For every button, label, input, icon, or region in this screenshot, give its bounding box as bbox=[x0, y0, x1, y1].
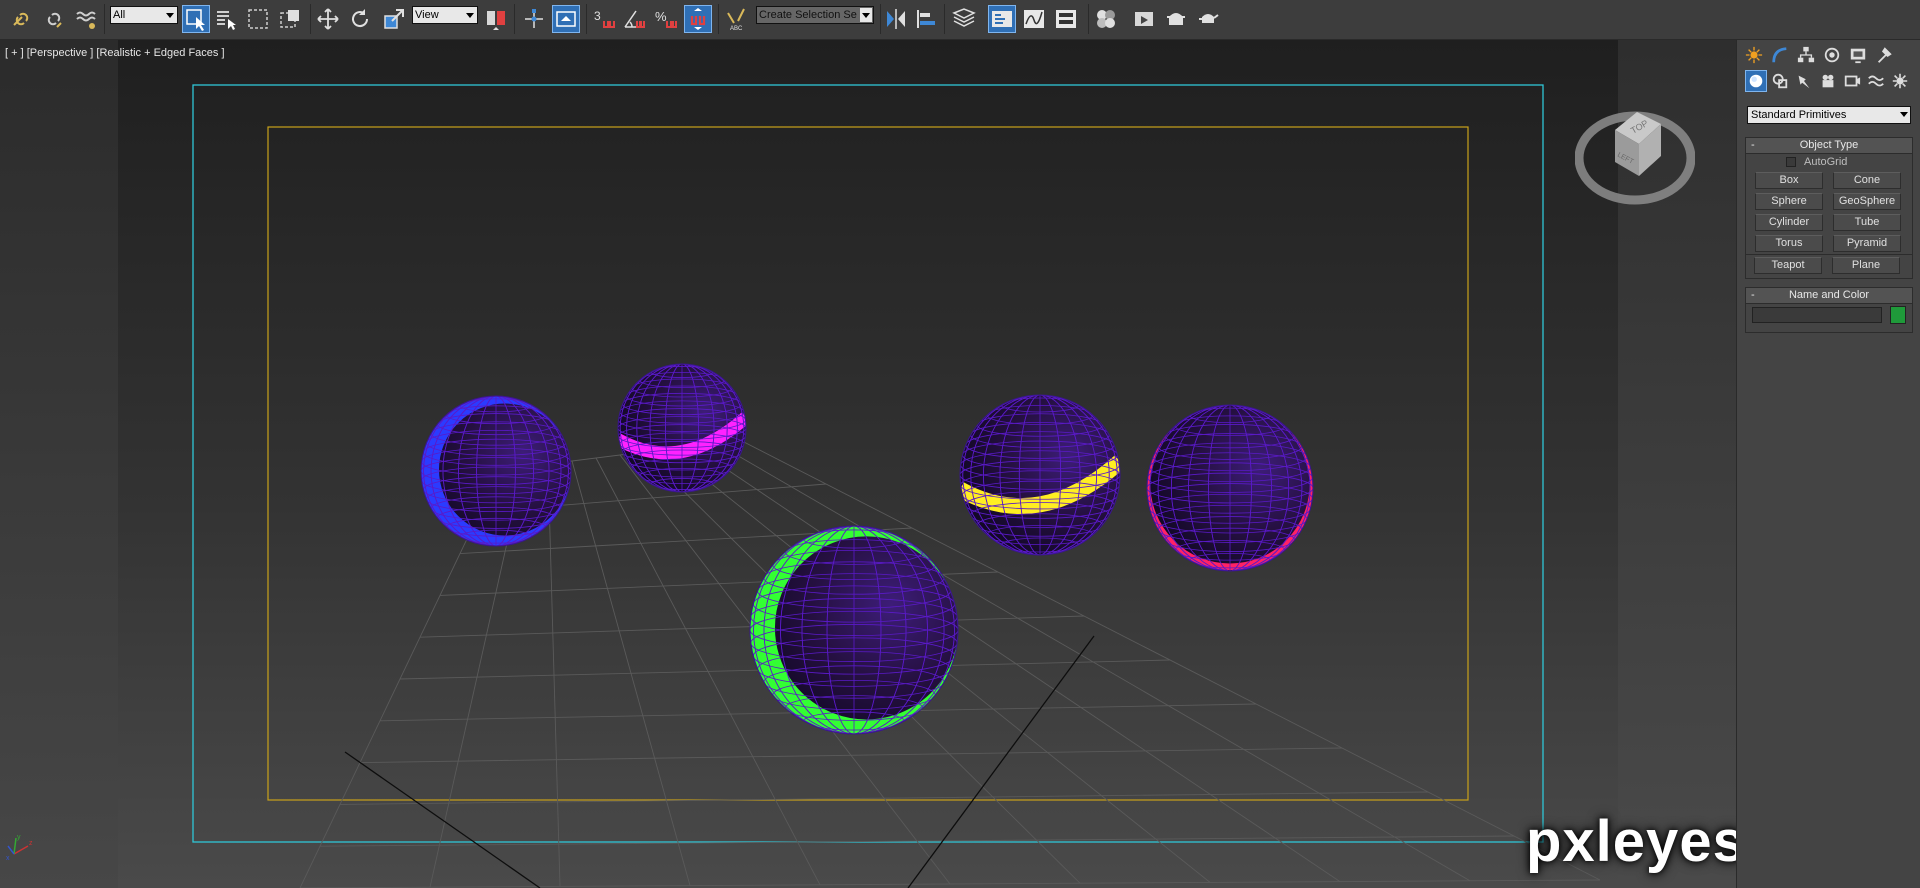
render-production-teapot-icon[interactable] bbox=[1194, 5, 1222, 33]
geometry-category-icon[interactable] bbox=[1745, 70, 1767, 92]
reference-coordinate-value: View bbox=[415, 9, 439, 21]
autogrid-row: AutoGrid bbox=[1746, 154, 1912, 172]
systems-category-icon[interactable] bbox=[1889, 70, 1911, 92]
viewport-point-of-view-menu[interactable]: [Perspective ] bbox=[27, 47, 94, 59]
shapes-category-icon[interactable] bbox=[1769, 70, 1791, 92]
named-selection-set-dropdown[interactable]: Create Selection Se bbox=[756, 6, 874, 24]
helpers-category-icon[interactable] bbox=[1841, 70, 1863, 92]
axis-tripod-icon: z x y bbox=[6, 834, 33, 862]
material-editor-icon[interactable] bbox=[1092, 5, 1120, 33]
teapot-button[interactable]: Teapot bbox=[1754, 257, 1822, 274]
align-icon[interactable] bbox=[912, 5, 940, 33]
select-and-manipulate-icon[interactable] bbox=[520, 5, 548, 33]
manage-layers-icon[interactable] bbox=[950, 5, 978, 33]
use-pivot-point-center-icon[interactable] bbox=[482, 5, 510, 33]
keyboard-shortcut-override-icon[interactable] bbox=[552, 5, 580, 33]
chevron-down-icon bbox=[1900, 112, 1908, 117]
curve-editor-icon[interactable] bbox=[1020, 5, 1048, 33]
name-and-color-title: Name and Color bbox=[1788, 289, 1870, 301]
angle-snap-toggle-icon[interactable] bbox=[620, 5, 648, 33]
named-selection-set-value: Create Selection Se bbox=[759, 9, 857, 21]
select-and-link-icon[interactable] bbox=[8, 5, 36, 33]
snaps-label: 3 bbox=[594, 9, 601, 23]
object-name-field[interactable] bbox=[1752, 307, 1882, 323]
select-and-scale-icon[interactable] bbox=[380, 5, 408, 33]
autogrid-label: AutoGrid bbox=[1804, 156, 1848, 168]
cameras-category-icon[interactable] bbox=[1817, 70, 1839, 92]
window-crossing-icon[interactable] bbox=[276, 5, 304, 33]
edit-named-selection-sets-icon[interactable]: ABC bbox=[722, 5, 750, 33]
pyramid-button[interactable]: Pyramid bbox=[1833, 235, 1901, 252]
svg-text:ABC: ABC bbox=[730, 26, 743, 31]
schematic-view-icon[interactable] bbox=[1052, 5, 1080, 33]
plane-button[interactable]: Plane bbox=[1832, 257, 1900, 274]
render-setup-icon[interactable] bbox=[1130, 5, 1158, 33]
select-by-name-icon[interactable] bbox=[212, 5, 240, 33]
command-panel: Standard Primitives - Object Type AutoGr… bbox=[1736, 40, 1920, 888]
name-and-color-rollout: - Name and Color bbox=[1745, 287, 1913, 333]
viewport-left-margin bbox=[0, 40, 118, 888]
svg-text:y: y bbox=[17, 834, 21, 841]
hierarchy-tab-icon[interactable] bbox=[1795, 44, 1817, 66]
object-type-rollout-header[interactable]: - Object Type bbox=[1745, 137, 1913, 154]
chevron-down-icon bbox=[860, 8, 872, 22]
viewcube[interactable]: TOP LEFT bbox=[1575, 90, 1695, 210]
viewport-shading-menu[interactable]: [Realistic + Edged Faces ] bbox=[96, 47, 224, 59]
perspective-viewport[interactable] bbox=[118, 40, 1618, 888]
create-tab-icon[interactable] bbox=[1743, 44, 1765, 66]
spinner-snap-toggle-icon[interactable] bbox=[684, 5, 712, 33]
chevron-down-icon bbox=[464, 8, 476, 22]
reference-coordinate-dropdown[interactable]: View bbox=[412, 6, 478, 24]
chevron-down-icon bbox=[164, 8, 176, 22]
svg-text:x: x bbox=[6, 855, 10, 862]
viewport-label-menu[interactable]: [ + ] [Perspective ] [Realistic + Edged … bbox=[5, 47, 225, 59]
primitive-category-value: Standard Primitives bbox=[1751, 109, 1847, 121]
percent-snap-label: % bbox=[655, 9, 667, 24]
autogrid-checkbox[interactable] bbox=[1786, 157, 1796, 167]
viewport-general-menu[interactable]: [ + ] bbox=[5, 47, 24, 59]
lights-category-icon[interactable] bbox=[1793, 70, 1815, 92]
modify-tab-icon[interactable] bbox=[1769, 44, 1791, 66]
scene-explorer-icon[interactable] bbox=[988, 5, 1016, 33]
object-color-swatch[interactable] bbox=[1890, 306, 1906, 324]
torus-button[interactable]: Torus bbox=[1755, 235, 1823, 252]
main-toolbar: All View 3 % ABC Create Selection Se bbox=[0, 0, 1920, 40]
bind-to-space-warp-icon[interactable] bbox=[72, 5, 100, 33]
object-type-rollout: - Object Type AutoGrid Box Cone Sphere G… bbox=[1745, 137, 1913, 255]
selection-filter-dropdown[interactable]: All bbox=[110, 6, 178, 24]
primitive-category-dropdown[interactable]: Standard Primitives bbox=[1747, 106, 1911, 124]
object-type-title: Object Type bbox=[1799, 139, 1859, 151]
selection-filter-value: All bbox=[113, 9, 126, 21]
command-panel-tabs bbox=[1737, 42, 1920, 68]
percent-snap-toggle-icon[interactable]: % bbox=[652, 5, 680, 33]
create-category-tabs bbox=[1737, 68, 1920, 94]
utilities-tab-icon[interactable] bbox=[1873, 44, 1895, 66]
rollout-collapse-toggle[interactable]: - bbox=[1751, 138, 1755, 152]
name-and-color-rollout-header[interactable]: - Name and Color bbox=[1745, 287, 1913, 304]
unlink-selection-icon[interactable] bbox=[40, 5, 68, 33]
display-tab-icon[interactable] bbox=[1847, 44, 1869, 66]
select-and-rotate-icon[interactable] bbox=[346, 5, 374, 33]
geosphere-button[interactable]: GeoSphere bbox=[1833, 193, 1901, 210]
tube-button[interactable]: Tube bbox=[1833, 214, 1901, 231]
space-warps-category-icon[interactable] bbox=[1865, 70, 1887, 92]
motion-tab-icon[interactable] bbox=[1821, 44, 1843, 66]
cone-button[interactable]: Cone bbox=[1833, 172, 1901, 189]
select-object-icon[interactable] bbox=[182, 5, 210, 33]
rollout-collapse-toggle[interactable]: - bbox=[1751, 288, 1755, 302]
rectangular-selection-region-icon[interactable] bbox=[244, 5, 272, 33]
cylinder-button[interactable]: Cylinder bbox=[1755, 214, 1823, 231]
snaps-toggle-icon[interactable]: 3 bbox=[590, 5, 618, 33]
rendered-frame-window-icon[interactable] bbox=[1162, 5, 1190, 33]
box-button[interactable]: Box bbox=[1755, 172, 1823, 189]
mirror-icon[interactable] bbox=[882, 5, 910, 33]
select-and-move-icon[interactable] bbox=[314, 5, 342, 33]
sphere-button[interactable]: Sphere bbox=[1755, 193, 1823, 210]
svg-text:z: z bbox=[29, 840, 33, 847]
